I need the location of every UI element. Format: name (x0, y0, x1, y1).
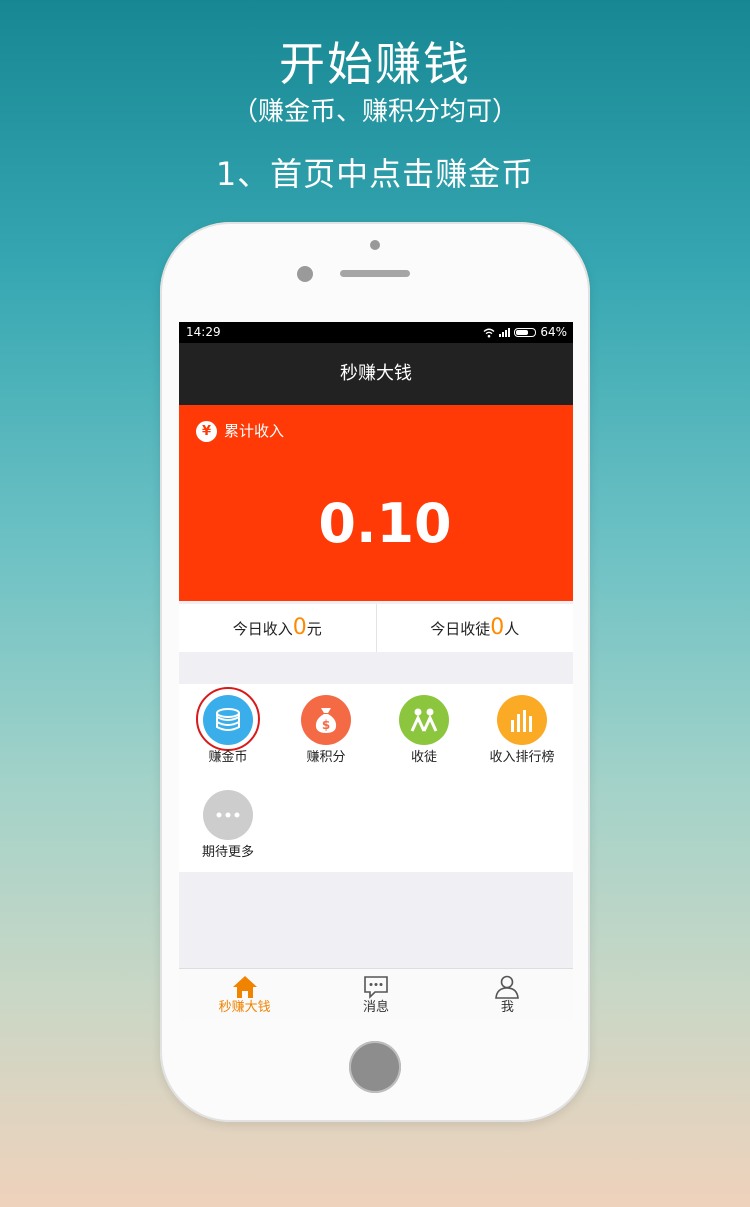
money-bag-icon: $ (301, 695, 351, 745)
total-income-value: 0.10 (318, 492, 452, 555)
battery-percent: 64% (540, 325, 567, 339)
total-income-label: 累计收入 (224, 422, 285, 440)
signal-icon (499, 328, 511, 337)
phone-frame: 14:29 64% 秒赚大钱 ¥ 累计收入 0.10 今日收入0元 今日收徒0人… (160, 222, 590, 1122)
tab-home-label: 秒赚大钱 (218, 1000, 271, 1015)
today-apprentices: 今日收徒0人 (375, 604, 574, 652)
wifi-icon (483, 328, 495, 337)
app-title: 秒赚大钱 (179, 343, 573, 405)
feature-grid: 赚金币 $ 赚积分 收徒 收入排行榜 期待更多 (179, 684, 573, 872)
earn-coins-label: 赚金币 (208, 750, 248, 765)
phone-speaker (340, 270, 410, 277)
total-income-card: ¥ 累计收入 0.10 (179, 405, 573, 601)
bar-chart-icon (497, 695, 547, 745)
today-apprentice-value: 0 (490, 615, 505, 640)
coins-icon (203, 695, 253, 745)
tab-messages-label: 消息 (362, 1000, 389, 1015)
tab-me-label: 我 (500, 1000, 514, 1015)
recruit-label: 收徒 (410, 750, 437, 765)
more-icon (203, 790, 253, 840)
income-ranking-label: 收入排行榜 (489, 750, 555, 765)
people-icon (399, 695, 449, 745)
today-income: 今日收入0元 (232, 615, 322, 640)
phone-screen: 14:29 64% 秒赚大钱 ¥ 累计收入 0.10 今日收入0元 今日收徒0人… (179, 322, 573, 1020)
income-ranking-button[interactable]: 收入排行榜 (473, 684, 571, 774)
earn-points-button[interactable]: $ 赚积分 (277, 684, 375, 774)
battery-icon (514, 328, 537, 337)
phone-sensor (370, 240, 380, 250)
user-icon (495, 975, 520, 999)
message-icon (364, 976, 388, 999)
home-icon (232, 976, 257, 998)
today-income-value: 0 (292, 615, 307, 640)
earn-points-label: 赚积分 (306, 750, 346, 765)
status-bar: 14:29 64% (179, 322, 573, 343)
recruit-button[interactable]: 收徒 (375, 684, 473, 774)
more-coming-button[interactable]: 期待更多 (179, 779, 277, 869)
status-time: 14:29 (186, 325, 221, 339)
earn-coins-button[interactable]: 赚金币 (179, 684, 277, 774)
phone-home-button[interactable] (349, 1041, 401, 1093)
more-coming-label: 期待更多 (201, 845, 254, 860)
svg-text:$: $ (322, 718, 330, 732)
promo-subtitle: （赚金币、赚积分均可） (231, 97, 518, 127)
tab-bar: 秒赚大钱 消息 我 (179, 968, 573, 1020)
today-stats: 今日收入0元 今日收徒0人 (179, 604, 573, 652)
tab-messages[interactable]: 消息 (310, 969, 441, 1020)
tab-me[interactable]: 我 (442, 969, 573, 1020)
tab-home[interactable]: 秒赚大钱 (179, 969, 310, 1020)
battery-level (516, 330, 529, 335)
promo-title: 开始赚钱 (279, 37, 471, 91)
phone-camera (297, 266, 313, 282)
promo-step: 1、首页中点击赚金币 (215, 155, 535, 193)
yen-icon: ¥ (196, 421, 217, 442)
